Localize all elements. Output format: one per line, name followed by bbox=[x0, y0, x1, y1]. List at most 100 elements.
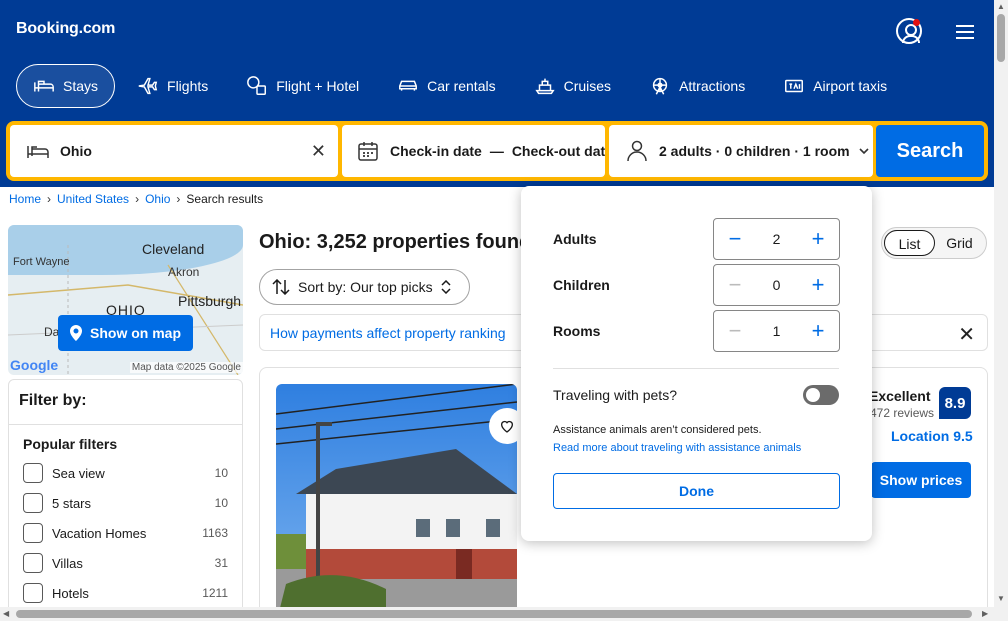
adults-value: 2 bbox=[772, 231, 781, 247]
guests-field[interactable]: 2 adults · 0 children · 1 room bbox=[609, 125, 873, 177]
scroll-down-icon[interactable]: ▼ bbox=[997, 594, 1005, 603]
rooms-decrease-button[interactable]: − bbox=[714, 311, 756, 351]
filter-divider bbox=[9, 424, 242, 425]
checkbox[interactable] bbox=[23, 493, 43, 513]
product-nav: Stays Flights Flight + Hotel Car rentals… bbox=[16, 64, 903, 108]
destination-value[interactable]: Ohio bbox=[60, 143, 92, 159]
show-on-map-button[interactable]: Show on map bbox=[58, 315, 193, 351]
checkbox[interactable] bbox=[23, 463, 43, 483]
filter-item-villas[interactable]: Villas 31 bbox=[23, 551, 228, 575]
ferris-wheel-icon bbox=[652, 77, 668, 95]
vertical-scroll-thumb[interactable] bbox=[997, 14, 1005, 62]
filter-item-hotels[interactable]: Hotels 1211 bbox=[23, 581, 228, 605]
map-label-fort-wayne: Fort Wayne bbox=[13, 256, 70, 268]
breadcrumb: Home › United States › Ohio › Search res… bbox=[9, 192, 263, 206]
rooms-increase-button[interactable]: + bbox=[797, 311, 839, 351]
nav-flights[interactable]: Flights bbox=[121, 64, 224, 108]
plane-icon bbox=[138, 77, 158, 95]
rooms-value: 1 bbox=[772, 323, 781, 339]
filter-item-sea-view[interactable]: Sea view 10 bbox=[23, 461, 228, 485]
wishlist-heart-button[interactable] bbox=[489, 408, 517, 444]
property-photo[interactable] bbox=[276, 384, 517, 620]
heart-icon bbox=[501, 420, 513, 433]
children-increase-button[interactable]: + bbox=[797, 265, 839, 305]
breadcrumb-home[interactable]: Home bbox=[9, 192, 41, 206]
sort-button[interactable]: Sort by: Our top picks bbox=[259, 269, 470, 305]
guests-value: 2 adults · 0 children · 1 room bbox=[659, 143, 850, 159]
view-grid-button[interactable]: Grid bbox=[935, 230, 984, 256]
filter-item-vacation-homes[interactable]: Vacation Homes 1163 bbox=[23, 521, 228, 545]
checkin-label[interactable]: Check-in date bbox=[390, 143, 482, 159]
rooms-stepper: − 1 + bbox=[713, 310, 840, 352]
nav-stays[interactable]: Stays bbox=[16, 64, 116, 108]
date-separator: — bbox=[489, 143, 504, 159]
map-attribution: Map data ©2025 Google bbox=[129, 362, 243, 373]
guest-selector-popup: Adults − 2 + Children − 0 + Rooms − 1 + bbox=[521, 186, 872, 541]
google-logo: Google bbox=[10, 357, 59, 373]
rooms-label: Rooms bbox=[553, 323, 601, 339]
chevron-right-icon: › bbox=[47, 192, 52, 206]
children-decrease-button[interactable]: − bbox=[714, 265, 756, 305]
taxi-icon bbox=[785, 79, 804, 93]
destination-field[interactable]: Ohio ✕ bbox=[10, 125, 338, 177]
breadcrumb-current: Search results bbox=[186, 192, 264, 206]
sort-arrows-icon bbox=[272, 279, 290, 295]
children-value: 0 bbox=[772, 277, 781, 293]
nav-attractions-label: Attractions bbox=[679, 78, 746, 94]
assistance-note: Assistance animals aren’t considered pet… bbox=[553, 424, 762, 436]
nav-car-rentals-label: Car rentals bbox=[427, 78, 496, 94]
search-button[interactable]: Search bbox=[876, 125, 984, 177]
children-row: Children − 0 + bbox=[553, 264, 840, 306]
done-button[interactable]: Done bbox=[553, 473, 840, 509]
nav-airport-taxis[interactable]: Airport taxis bbox=[767, 64, 903, 108]
show-prices-button[interactable]: Show prices bbox=[871, 462, 971, 498]
person-icon bbox=[627, 140, 647, 162]
nav-flight-hotel-label: Flight + Hotel bbox=[276, 78, 360, 94]
assistance-animals-link[interactable]: Read more about traveling with assistanc… bbox=[553, 442, 801, 454]
checkbox[interactable] bbox=[23, 523, 43, 543]
dates-field[interactable]: Check-in date — Check-out date bbox=[342, 125, 605, 177]
checkout-label[interactable]: Check-out date bbox=[512, 143, 605, 159]
nav-cruises[interactable]: Cruises bbox=[518, 64, 627, 108]
nav-car-rentals[interactable]: Car rentals bbox=[381, 64, 511, 108]
filter-count: 1211 bbox=[202, 586, 228, 600]
filter-count: 1163 bbox=[202, 526, 228, 540]
chevron-updown-icon bbox=[441, 280, 451, 294]
vertical-scrollbar[interactable]: ▲ ▼ bbox=[994, 0, 1008, 621]
rooms-row: Rooms − 1 + bbox=[553, 310, 840, 352]
nav-flights-label: Flights bbox=[167, 78, 209, 94]
scroll-up-icon[interactable]: ▲ bbox=[997, 2, 1005, 11]
adults-increase-button[interactable]: + bbox=[797, 219, 839, 259]
nav-flight-hotel[interactable]: Flight + Hotel bbox=[230, 64, 375, 108]
filter-label: Vacation Homes bbox=[52, 525, 147, 541]
map-preview[interactable]: Cleveland Fort Wayne Akron OHIO Pittsbur… bbox=[8, 225, 243, 375]
adults-label: Adults bbox=[553, 231, 597, 247]
breadcrumb-country[interactable]: United States bbox=[57, 192, 129, 206]
payments-ranking-link[interactable]: How payments affect property ranking bbox=[270, 325, 506, 341]
scroll-left-icon[interactable]: ◀ bbox=[3, 609, 9, 618]
clear-destination-icon[interactable]: ✕ bbox=[311, 141, 326, 162]
rating-word: Excellent bbox=[869, 388, 931, 404]
filter-count: 10 bbox=[214, 496, 228, 510]
hamburger-menu-icon[interactable] bbox=[956, 25, 974, 39]
pets-label: Traveling with pets? bbox=[553, 387, 677, 403]
horizontal-scroll-thumb[interactable] bbox=[16, 610, 972, 618]
checkbox[interactable] bbox=[23, 553, 43, 573]
close-icon[interactable]: ✕ bbox=[958, 322, 975, 347]
property-image bbox=[276, 384, 517, 620]
search-bar: Ohio ✕ Check-in date — Check-out date 2 … bbox=[6, 121, 988, 181]
nav-attractions[interactable]: Attractions bbox=[633, 64, 761, 108]
horizontal-scrollbar[interactable]: ◀ ▶ bbox=[0, 607, 994, 621]
pets-toggle[interactable] bbox=[803, 385, 839, 405]
nav-airport-taxis-label: Airport taxis bbox=[813, 78, 888, 94]
view-list-button[interactable]: List bbox=[884, 230, 935, 256]
booking-logo[interactable]: Booking.com bbox=[16, 20, 115, 38]
filter-label: Hotels bbox=[52, 585, 89, 601]
breadcrumb-region[interactable]: Ohio bbox=[145, 192, 170, 206]
checkbox[interactable] bbox=[23, 583, 43, 603]
filter-heading: Filter by: bbox=[19, 392, 87, 409]
scroll-right-icon[interactable]: ▶ bbox=[982, 609, 988, 618]
filter-item-5-stars[interactable]: 5 stars 10 bbox=[23, 491, 228, 515]
adults-decrease-button[interactable]: − bbox=[714, 219, 756, 259]
bed-icon bbox=[34, 80, 54, 92]
